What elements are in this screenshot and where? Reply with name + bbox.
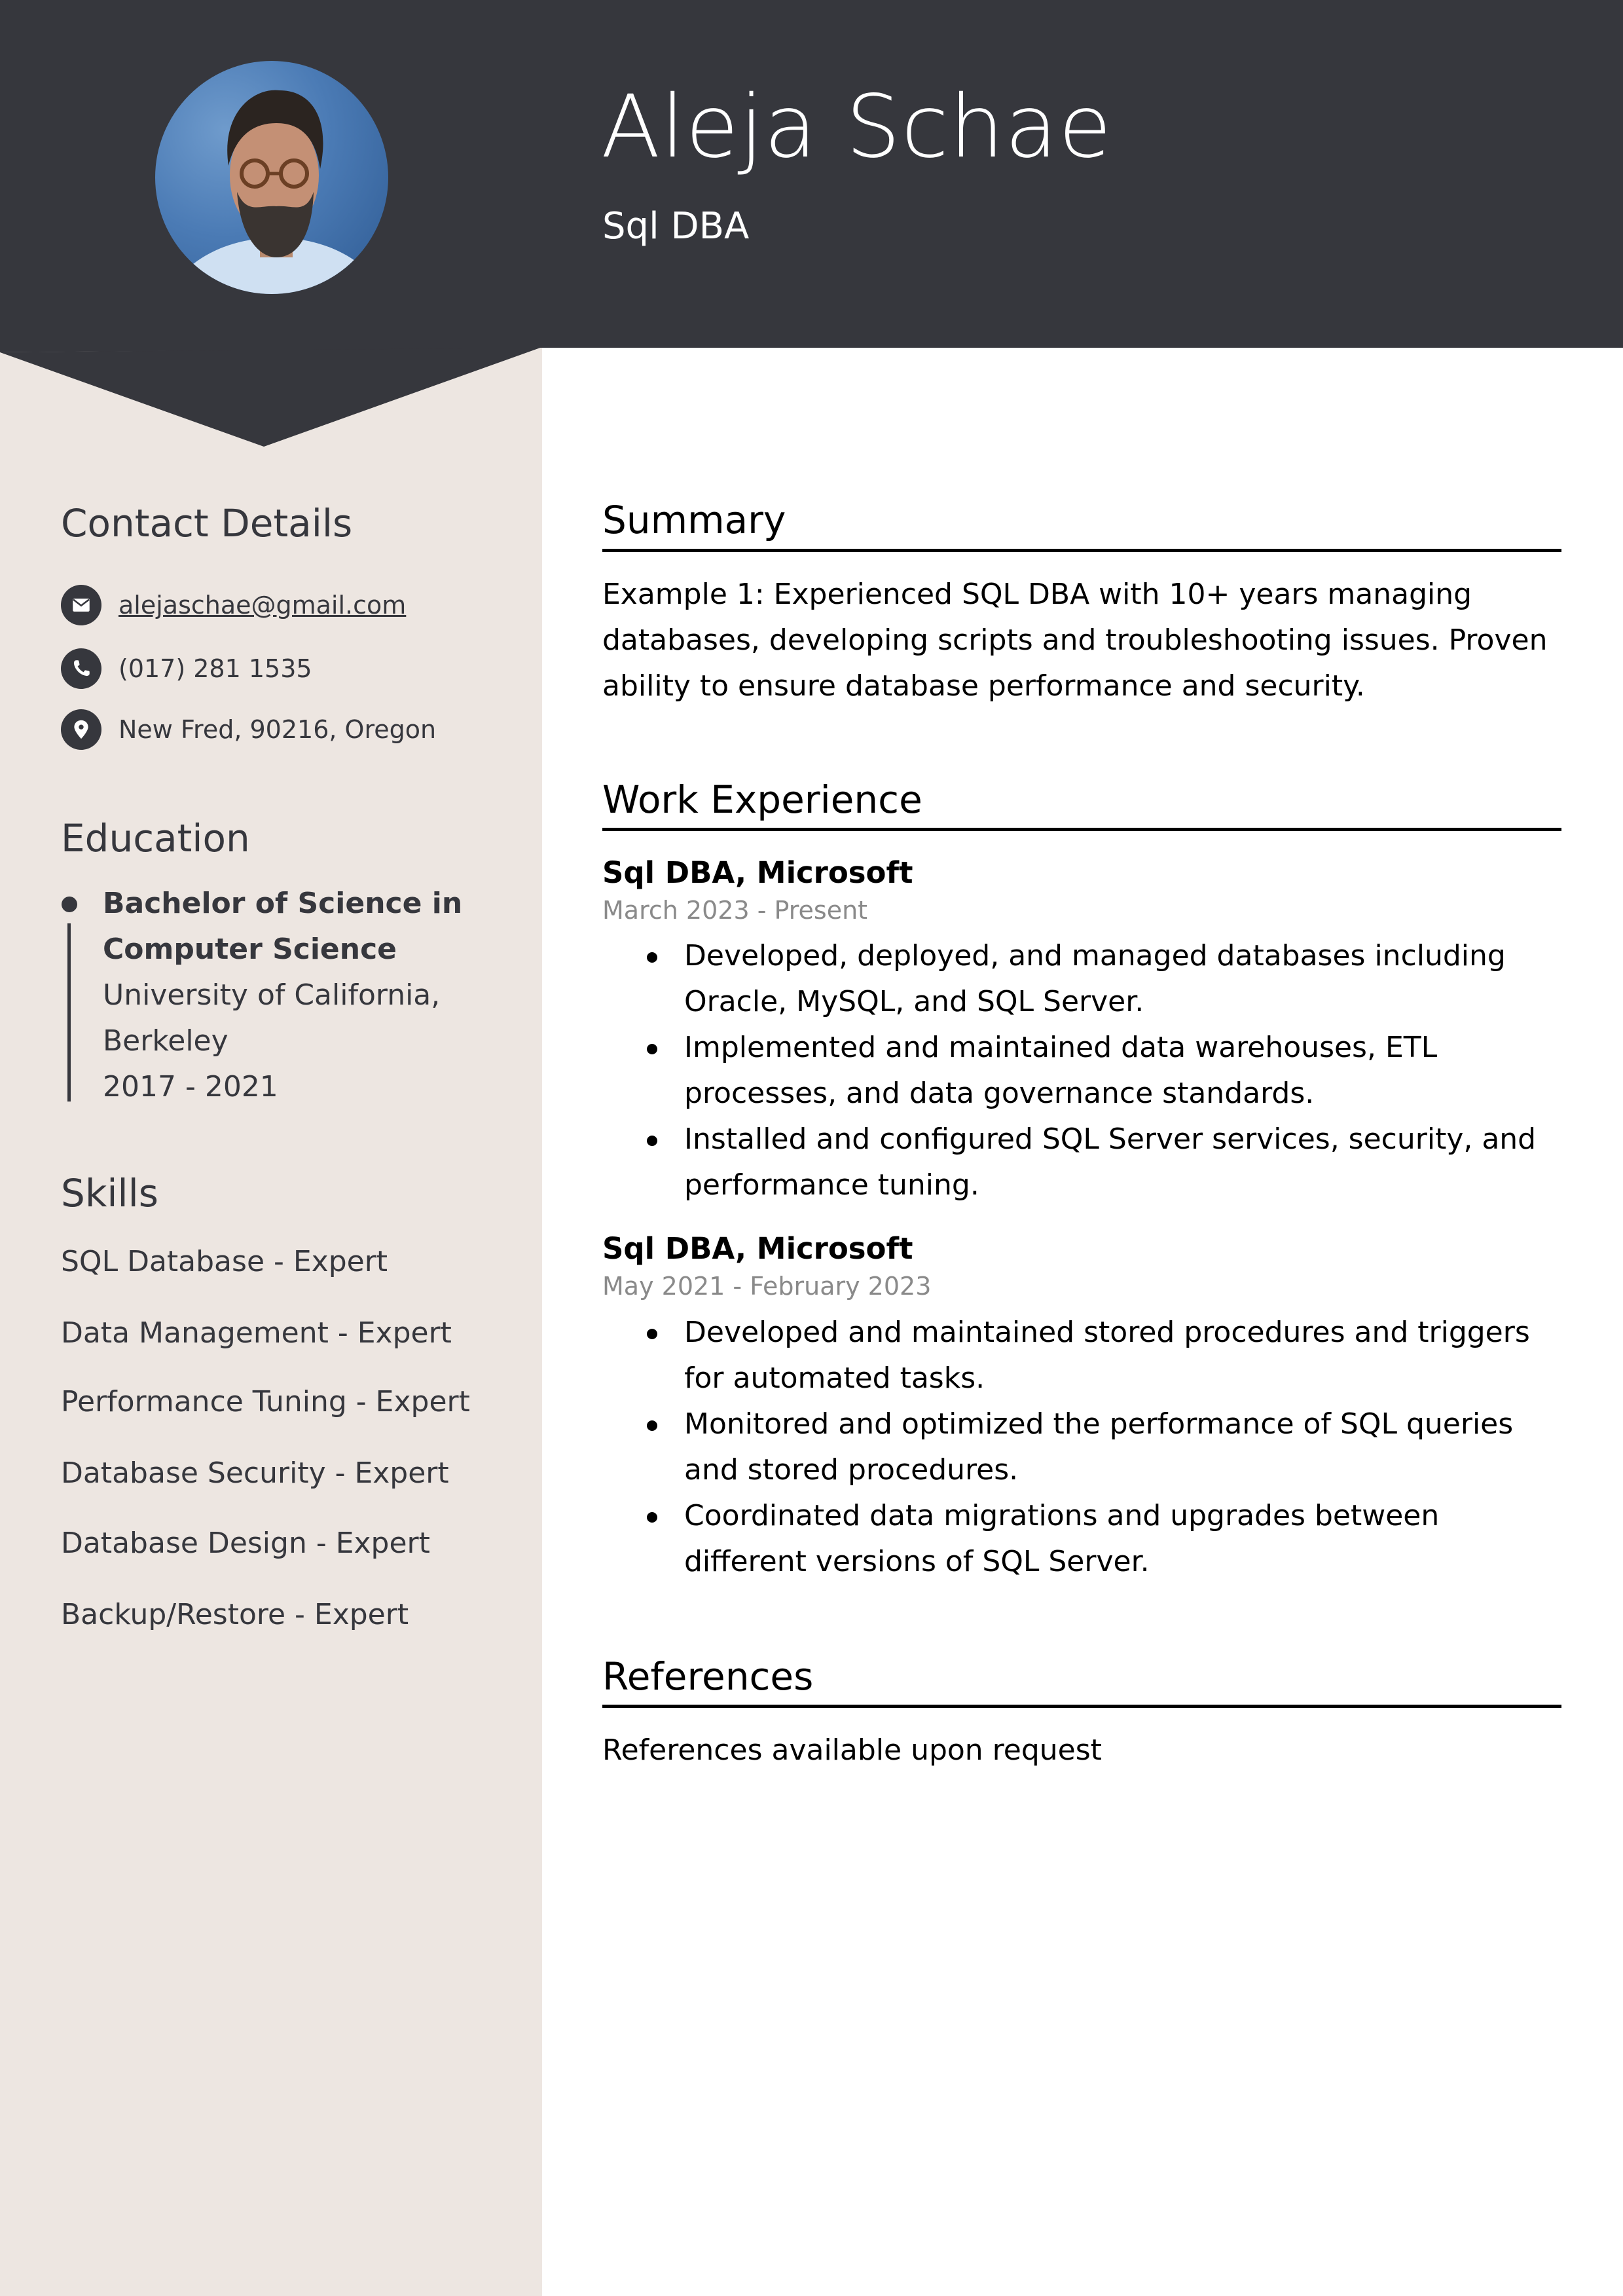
skills-heading: Skills <box>61 1171 158 1215</box>
map-pin-icon <box>61 709 101 750</box>
contact-phone: (017) 281 1535 <box>61 648 312 689</box>
bullet-item: Developed, deployed, and managed databas… <box>602 933 1561 1025</box>
contact-email[interactable]: alejaschae@gmail.com <box>61 585 406 625</box>
education-years: 2017 - 2021 <box>103 1070 278 1103</box>
bullet-item: Implemented and maintained data warehous… <box>602 1025 1561 1117</box>
summary-text: Example 1: Experienced SQL DBA with 10+ … <box>602 578 1548 703</box>
header-chevron <box>0 347 542 447</box>
bullet-dot-icon <box>647 1420 657 1431</box>
job-bullets: Developed, deployed, and managed databas… <box>602 933 1561 1208</box>
education-heading: Education <box>61 816 250 861</box>
school: University of California, Berkeley <box>103 978 441 1058</box>
skill-item: Performance Tuning - Expert <box>61 1385 470 1418</box>
address-text: New Fred, 90216, Oregon <box>119 715 437 744</box>
bullet-text: Installed and configured SQL Server serv… <box>684 1122 1537 1202</box>
bullet-dot-icon <box>647 1512 657 1523</box>
bullet-dot-icon <box>647 1044 657 1054</box>
bullet-text: Implemented and maintained data warehous… <box>684 1031 1438 1110</box>
skill-item: SQL Database - Expert <box>61 1245 388 1278</box>
degree: Bachelor of Science in Computer Science <box>103 887 463 966</box>
bullet-dot-icon <box>647 1136 657 1146</box>
email-link[interactable]: alejaschae@gmail.com <box>119 591 406 620</box>
skill-item: Backup/Restore - Expert <box>61 1598 409 1631</box>
job-title: Sql DBA, Microsoft <box>602 855 913 890</box>
candidate-role: Sql DBA <box>602 205 750 248</box>
bullet-item: Coordinated data migrations and upgrades… <box>602 1493 1561 1585</box>
bullet-text: Developed, deployed, and managed databas… <box>684 939 1506 1018</box>
bullet-text: Coordinated data migrations and upgrades… <box>684 1499 1440 1578</box>
references-heading: References <box>602 1654 814 1699</box>
job-title: Sql DBA, Microsoft <box>602 1231 913 1266</box>
bullet-dot-icon <box>647 952 657 963</box>
bullet-item: Developed and maintained stored procedur… <box>602 1310 1561 1401</box>
skill-item: Database Design - Expert <box>61 1527 430 1560</box>
candidate-name: Aleja Schae <box>601 77 1112 177</box>
phone-icon <box>61 648 101 689</box>
education-entry: Bachelor of Science in Computer Science … <box>103 881 509 1110</box>
bullet-dot-icon <box>647 1329 657 1339</box>
job-dates: March 2023 - Present <box>602 896 868 925</box>
bullet-text: Monitored and optimized the performance … <box>684 1407 1514 1487</box>
section-divider <box>602 828 1561 831</box>
bullet-item: Installed and configured SQL Server serv… <box>602 1117 1561 1208</box>
references-text: References available upon request <box>602 1733 1102 1767</box>
job-bullets: Developed and maintained stored procedur… <box>602 1310 1561 1585</box>
skill-item: Database Security - Expert <box>61 1456 449 1490</box>
bullet-text: Developed and maintained stored procedur… <box>684 1316 1530 1395</box>
envelope-icon <box>61 585 101 625</box>
profile-photo <box>155 61 388 294</box>
bullet-item: Monitored and optimized the performance … <box>602 1401 1561 1493</box>
contact-heading: Contact Details <box>61 501 353 546</box>
timeline-line <box>67 923 71 1102</box>
section-divider <box>602 1705 1561 1708</box>
section-divider <box>602 549 1561 552</box>
skill-item: Data Management - Expert <box>61 1316 452 1350</box>
phone-number: (017) 281 1535 <box>119 654 312 683</box>
job-dates: May 2021 - February 2023 <box>602 1272 932 1301</box>
summary-heading: Summary <box>602 498 786 542</box>
timeline-dot <box>62 897 77 912</box>
experience-heading: Work Experience <box>602 777 922 822</box>
contact-address: New Fred, 90216, Oregon <box>61 709 436 750</box>
